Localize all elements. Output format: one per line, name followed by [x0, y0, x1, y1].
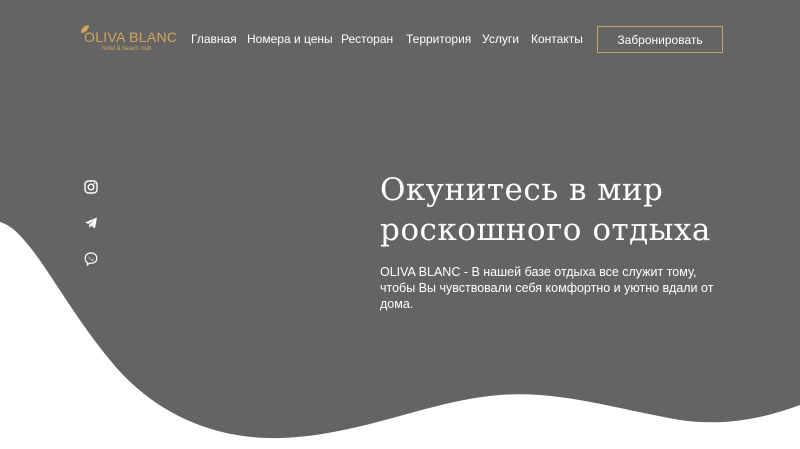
hero-description: OLIVA BLANC - В нашей базе отдыха все сл…	[380, 265, 714, 311]
hero-title-line-1: Окунитесь в мир	[380, 172, 664, 208]
brand-logo-subtitle: hotel & beach club	[102, 46, 152, 52]
nav-item-contacts[interactable]: Контакты	[531, 32, 583, 46]
hero-title-line-2: роскошного отдыха	[380, 212, 711, 248]
nav-item-home[interactable]: Главная	[191, 32, 237, 46]
telegram-link[interactable]	[84, 216, 98, 230]
viber-link[interactable]	[84, 252, 98, 266]
site-header: OLIVA BLANC hotel & beach club Главная Н…	[0, 0, 800, 80]
hero-title: Окунитесь в мир роскошного отдыха	[380, 170, 780, 250]
telegram-icon	[85, 217, 97, 229]
nav-item-rooms-prices[interactable]: Номера и цены	[247, 32, 333, 46]
white-wave-shape	[0, 222, 800, 449]
nav-item-territory[interactable]: Территория	[406, 32, 471, 46]
brand-logo[interactable]: OLIVA BLANC hotel & beach club	[80, 25, 180, 56]
viber-icon	[84, 252, 98, 266]
book-button[interactable]: Забронировать	[597, 26, 723, 53]
brand-logo-title: OLIVA BLANC	[84, 29, 178, 45]
nav-item-restaurant[interactable]: Ресторан	[341, 32, 393, 46]
instagram-link[interactable]	[84, 180, 98, 194]
nav-item-services[interactable]: Услуги	[482, 32, 519, 46]
instagram-icon	[84, 180, 98, 194]
